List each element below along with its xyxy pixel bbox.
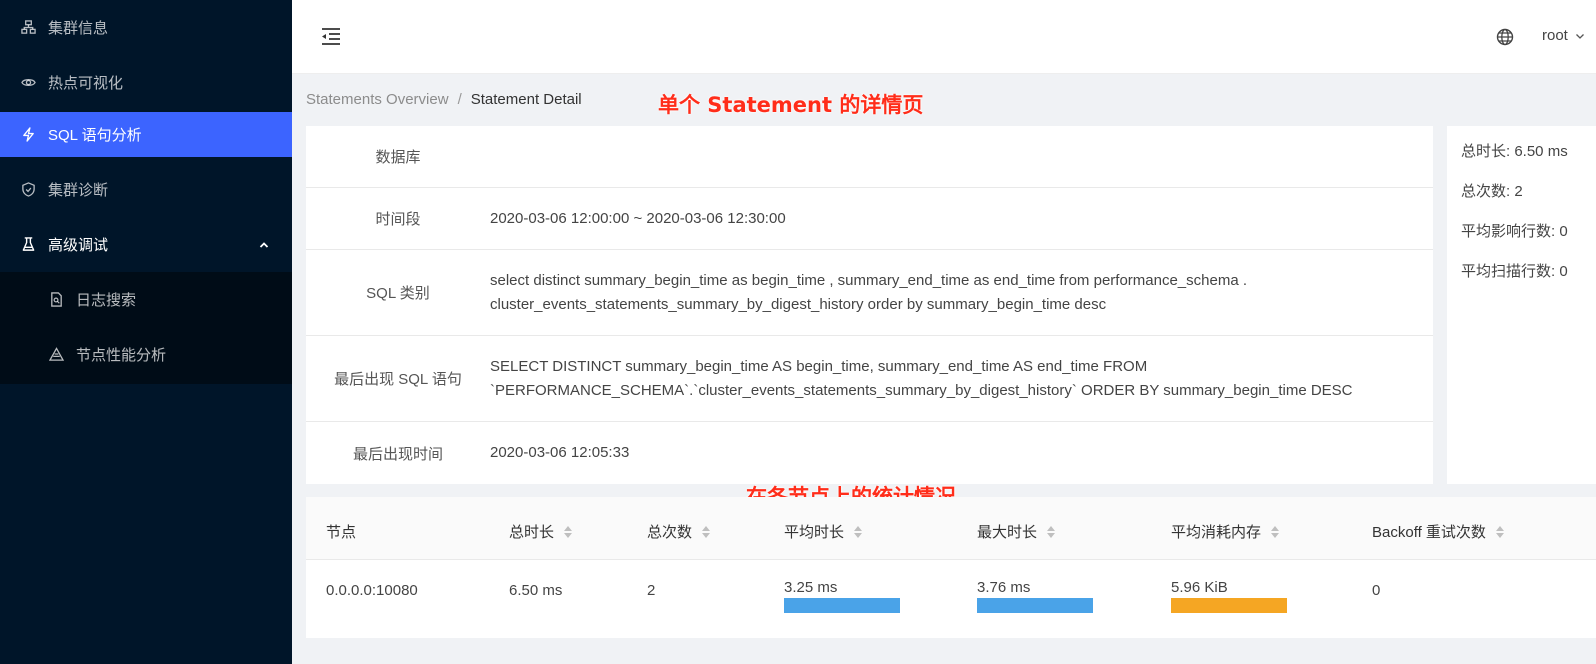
- cell-avg-mem: 5.96 KiB: [1171, 579, 1287, 613]
- breadcrumb-statements-overview[interactable]: Statements Overview: [306, 91, 449, 108]
- breadcrumb-current: Statement Detail: [470, 91, 582, 108]
- max-duration-bar: [977, 598, 1093, 613]
- username: root: [1542, 27, 1568, 44]
- sidebar-item-cluster-info[interactable]: 集群信息: [0, 0, 292, 55]
- cell-value: 3.76 ms: [977, 579, 1031, 596]
- cluster-icon: [20, 20, 36, 36]
- cell-backoff: 0: [1372, 582, 1381, 599]
- detail-label: 数据库: [375, 149, 421, 166]
- sort-icon[interactable]: [702, 525, 711, 538]
- sidebar-item-label: 高级调试: [48, 237, 109, 254]
- globe-icon[interactable]: [1496, 28, 1514, 46]
- sidebar-submenu: 日志搜索 节点性能分析: [0, 272, 292, 384]
- sidebar-item-label: 日志搜索: [76, 292, 137, 309]
- sort-icon[interactable]: [854, 525, 863, 538]
- sidebar-item-hotspot[interactable]: 热点可视化: [0, 55, 292, 110]
- avg-duration-bar: [784, 598, 900, 613]
- column-header-node: 节点: [326, 524, 357, 541]
- sidebar-item-diagnosis[interactable]: 集群诊断: [0, 162, 292, 217]
- chevron-up-icon: [259, 241, 269, 248]
- sort-icon[interactable]: [564, 525, 573, 538]
- sort-icon[interactable]: [1047, 525, 1056, 538]
- avg-mem-bar: [1171, 598, 1287, 613]
- detail-row-sql-digest: SQL 类别 select distinct summary_begin_tim…: [306, 250, 1433, 336]
- shield-icon: [20, 182, 36, 198]
- breadcrumb: Statements Overview / Statement Detail: [306, 91, 582, 108]
- sidebar-item-node-profiling[interactable]: 节点性能分析: [0, 327, 292, 382]
- detail-row-time-range: 时间段 2020-03-06 12:00:00 ~ 2020-03-06 12:…: [306, 188, 1433, 250]
- detail-label: 最后出现 SQL 语句: [334, 371, 462, 388]
- detail-label: 最后出现时间: [352, 445, 443, 463]
- detail-value: 2020-03-06 12:00:00 ~ 2020-03-06 12:30:0…: [490, 209, 786, 227]
- detail-label: 时间段: [375, 211, 421, 228]
- detail-value: SELECT DISTINCT summary_begin_time AS be…: [490, 357, 1353, 399]
- sort-icon[interactable]: [1495, 525, 1504, 538]
- stat-total-duration: 总时长: 6.50 ms: [1461, 143, 1568, 160]
- column-header-total-count[interactable]: 总次数: [647, 521, 711, 542]
- menu-fold-icon[interactable]: [320, 26, 342, 48]
- flask-icon: [20, 237, 36, 253]
- chevron-down-icon: [1575, 33, 1584, 39]
- cell-total-duration: 6.50 ms: [509, 582, 563, 599]
- sidebar: 集群信息 热点可视化 SQL 语句分析 集群诊断 高级调试 日志搜索 节点性能分…: [0, 0, 292, 664]
- column-header-avg-mem[interactable]: 平均消耗内存: [1171, 521, 1280, 542]
- cell-value: 5.96 KiB: [1171, 579, 1228, 596]
- file-search-icon: [48, 292, 64, 308]
- detail-value: select distinct summary_begin_time as be…: [490, 271, 1248, 313]
- column-header-backoff[interactable]: Backoff 重试次数: [1372, 521, 1504, 542]
- lightning-icon: [20, 127, 36, 143]
- sidebar-item-label: SQL 语句分析: [48, 127, 142, 144]
- column-header-total-duration[interactable]: 总时长: [509, 521, 573, 542]
- sidebar-item-label: 集群信息: [48, 20, 109, 37]
- table-header: 节点 总时长 总次数 平均时长 最大时长 平均消耗内存 Backoff 重试次数: [306, 497, 1596, 560]
- cell-total-count: 2: [647, 582, 656, 599]
- user-menu[interactable]: root: [1542, 27, 1586, 44]
- top-header: root: [292, 0, 1596, 74]
- column-header-max-duration[interactable]: 最大时长: [977, 521, 1056, 542]
- detail-row-last-seen: 最后出现时间 2020-03-06 12:05:33: [306, 422, 1433, 484]
- sidebar-item-log-search[interactable]: 日志搜索: [0, 272, 292, 327]
- cell-node: 0.0.0.0:10080: [326, 582, 418, 599]
- summary-stats-card: 总时长: 6.50 ms 总次数: 2 平均影响行数: 0 平均扫描行数: 0: [1447, 126, 1596, 484]
- column-header-avg-duration[interactable]: 平均时长: [784, 521, 863, 542]
- eye-icon: [20, 75, 36, 91]
- node-stats-table: 节点 总时长 总次数 平均时长 最大时长 平均消耗内存 Backoff 重试次数…: [306, 497, 1596, 638]
- breadcrumb-separator: /: [457, 91, 462, 108]
- sidebar-item-advanced-debug[interactable]: 高级调试: [0, 217, 292, 272]
- detail-row-database: 数据库: [306, 126, 1433, 188]
- statement-detail-card: 数据库 时间段 2020-03-06 12:00:00 ~ 2020-03-06…: [306, 126, 1433, 484]
- cell-value: 3.25 ms: [784, 579, 838, 596]
- stat-avg-affected-rows: 平均影响行数: 0: [1461, 223, 1568, 240]
- cell-max-duration: 3.76 ms: [977, 579, 1093, 613]
- detail-value: 2020-03-06 12:05:33: [490, 444, 630, 461]
- detail-label: SQL 类别: [366, 285, 430, 302]
- sidebar-item-label: 节点性能分析: [76, 347, 167, 364]
- sidebar-item-label: 集群诊断: [48, 182, 109, 199]
- annotation-detail-page: 单个 Statement 的详情页: [658, 93, 924, 117]
- sidebar-item-label: 热点可视化: [48, 75, 124, 92]
- sidebar-item-sql-analysis[interactable]: SQL 语句分析: [0, 112, 292, 157]
- stat-total-count: 总次数: 2: [1461, 183, 1523, 200]
- triangle-icon: [48, 347, 64, 363]
- detail-row-last-sql: 最后出现 SQL 语句 SELECT DISTINCT summary_begi…: [306, 336, 1433, 422]
- stat-avg-scanned-rows: 平均扫描行数: 0: [1461, 263, 1568, 280]
- cell-avg-duration: 3.25 ms: [784, 579, 900, 613]
- sort-icon[interactable]: [1271, 525, 1280, 538]
